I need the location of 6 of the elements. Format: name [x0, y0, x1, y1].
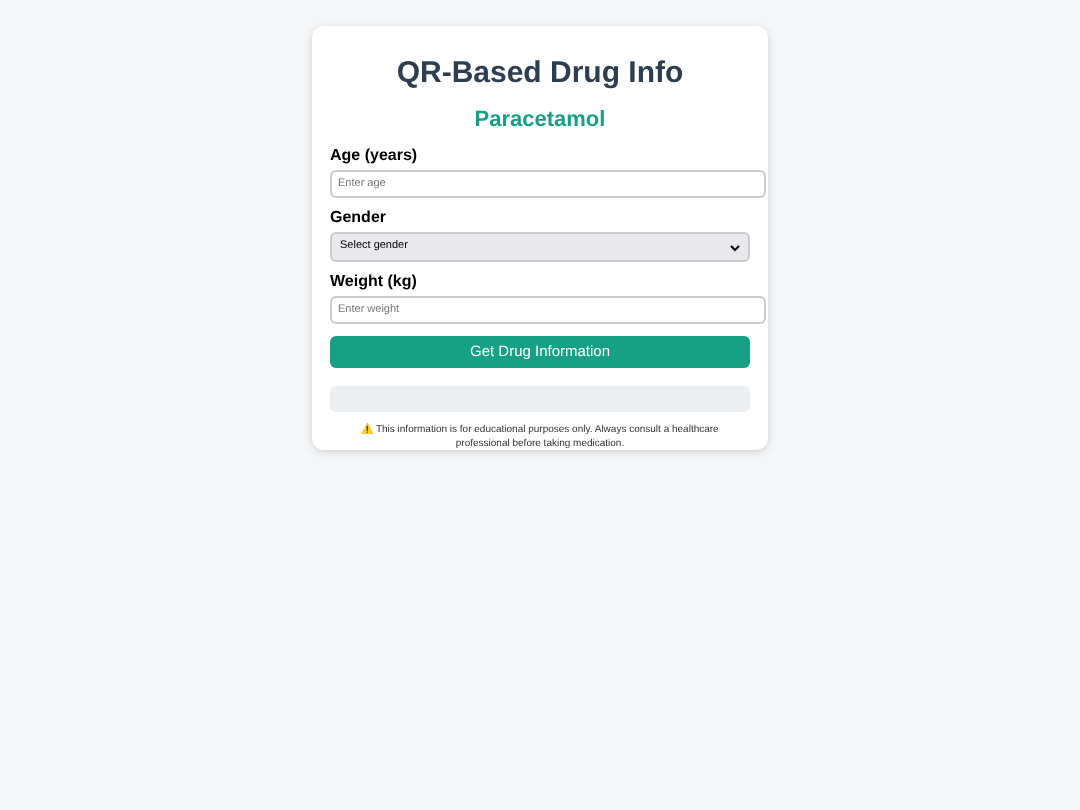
- drug-name: Paracetamol: [472, 106, 608, 134]
- field-label: Gender: [330, 208, 389, 228]
- field-label: Weight (kg): [330, 272, 419, 292]
- chevron-icon: [730, 243, 740, 251]
- field-label: Age (years): [330, 146, 420, 166]
- page-title: QR-Based Drug Info: [394, 56, 686, 92]
